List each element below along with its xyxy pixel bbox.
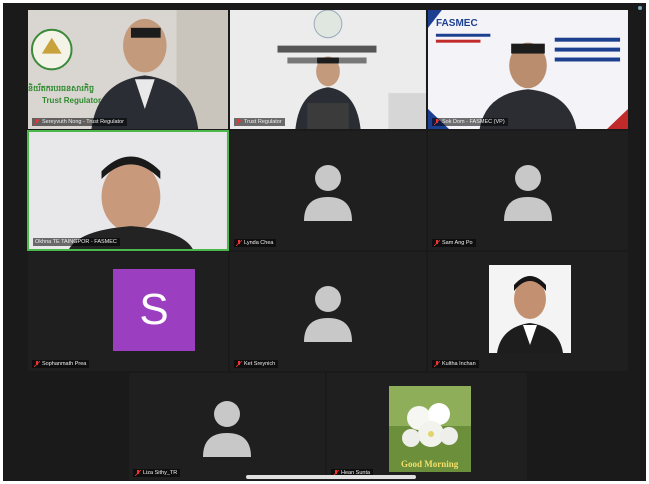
mic-muted-icon [236,361,242,367]
video-tile-sok-dom[interactable]: FASMEC Sok Dom - FASMEC (VP) [427,9,629,130]
participant-name: Okhna TE TAINGPOR - FASMEC [35,239,117,245]
profile-photo [489,265,571,353]
good-morning-text: Good Morning [401,459,459,469]
participant-video [29,132,227,249]
video-gallery: និយ័តករបរធនសារកិច្ច Trust Regulator Sere… [3,3,646,481]
name-label: Sereyvuth Nong - Trust Regulator [32,118,127,126]
participant-name: Sophanmath Prea [42,361,87,367]
participant-video [28,10,228,129]
participant-video [230,10,426,129]
mic-muted-icon [236,240,242,246]
name-label: Sok Dom - FASMEC (VP) [432,118,508,126]
mic-muted-icon [236,119,242,125]
video-tile-trust-regulator[interactable]: Trust Regulator [229,9,427,130]
video-tile-lynda[interactable]: Lynda Chea [229,130,427,251]
participant-name: Liza Sithy_TR [143,470,178,476]
name-label: Okhna TE TAINGPOR - FASMEC [33,238,120,246]
horizontal-scrollbar[interactable] [246,475,416,479]
participant-name: Sam Ang Po [442,240,473,246]
video-tile-liza[interactable]: Liza Sithy_TR [128,372,326,481]
mic-muted-icon [434,119,440,125]
trust-logo-english: Trust Regulator [42,96,102,105]
name-label: Ket Sreynich [234,360,279,368]
participant-name: Kultha Inchan [442,361,476,367]
mic-muted-icon [34,119,40,125]
user-avatar-icon [304,164,352,221]
user-avatar-icon [203,400,251,457]
initial-avatar: S [113,269,195,351]
name-label: Liza Sithy_TR [133,469,181,477]
video-tile-sereyvuth[interactable]: និយ័តករបរធនសារកិច្ច Trust Regulator Sere… [27,9,229,130]
name-label: Kultha Inchan [432,360,479,368]
participant-name: Sok Dom - FASMEC (VP) [442,119,505,125]
name-label: Sam Ang Po [432,239,476,247]
video-tile-sophanmath[interactable]: S Sophanmath Prea [27,251,229,372]
mic-muted-icon [135,470,141,476]
participant-name: Ket Sreynich [244,361,276,367]
name-label: Trust Regulator [234,118,285,126]
video-tile-kultha[interactable]: Kultha Inchan [427,251,629,372]
trust-logo-khmer: និយ័តករបរធនសារកិច្ច [28,84,95,93]
user-avatar-icon [504,164,552,221]
mic-muted-icon [34,361,40,367]
status-dot-icon [638,6,642,10]
name-label: Lynda Chea [234,239,277,247]
mic-muted-icon [434,361,440,367]
user-avatar-icon [304,285,352,342]
video-tile-sam-ang-po[interactable]: Sam Ang Po [427,130,629,251]
participant-name: Lynda Chea [244,240,274,246]
video-tile-hean-sunta[interactable]: Good Morning Hean Sunta [326,372,528,481]
participant-name: Trust Regulator [244,119,282,125]
fasmec-brand: FASMEC [436,18,478,29]
mic-muted-icon [434,240,440,246]
participant-name: Sereyvuth Nong - Trust Regulator [42,119,124,125]
name-label: Sophanmath Prea [32,360,90,368]
video-tile-ket-sreynich[interactable]: Ket Sreynich [229,251,427,372]
video-tile-okhna[interactable]: Okhna TE TAINGPOR - FASMEC [27,130,229,251]
